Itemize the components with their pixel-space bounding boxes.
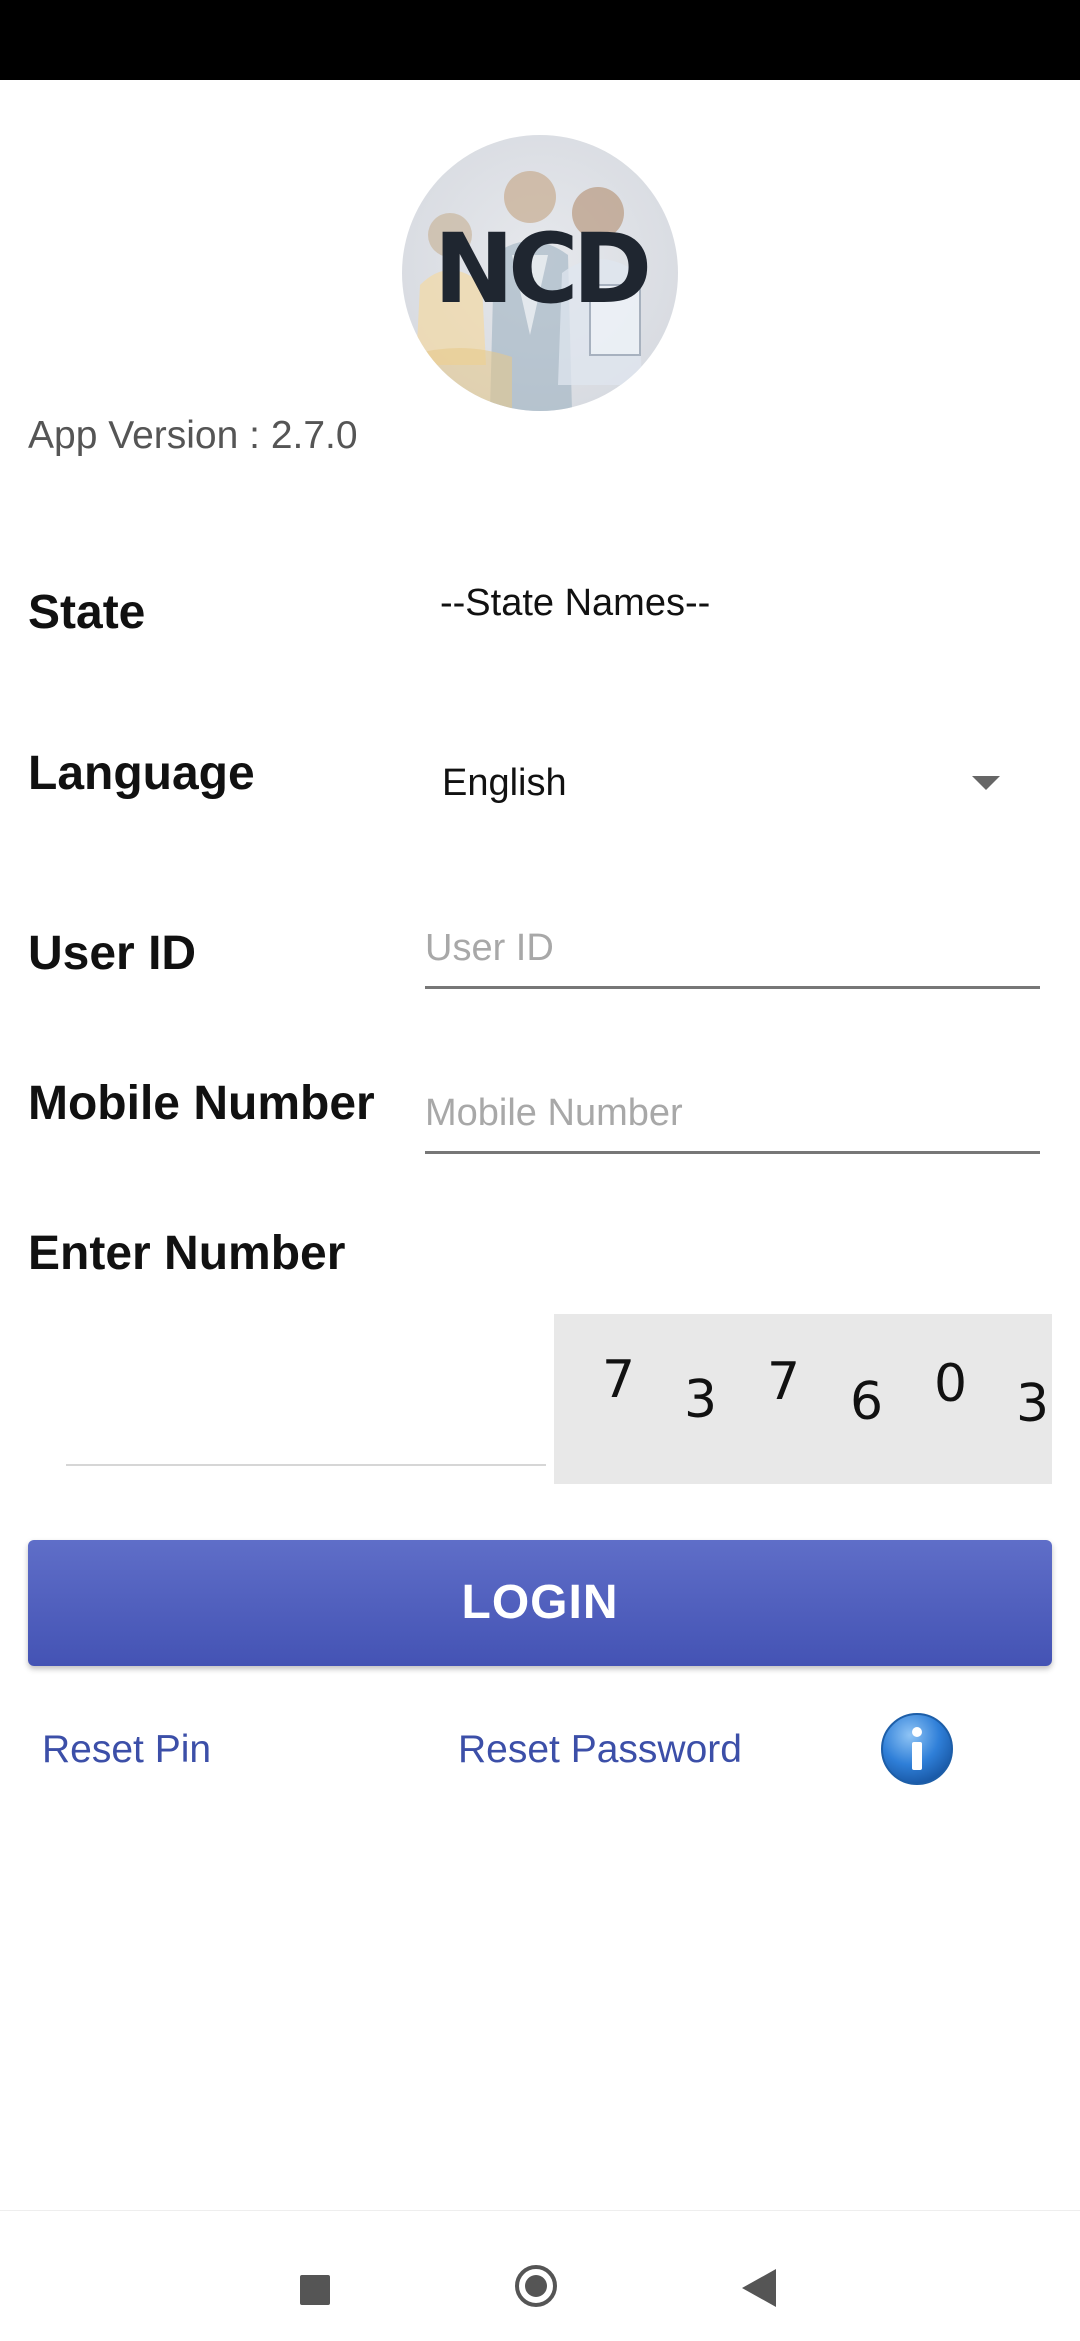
state-selector[interactable]: --State Names--	[440, 582, 710, 625]
captcha-digit: 7	[602, 1350, 636, 1410]
language-label: Language	[28, 747, 255, 800]
triangle-back-icon[interactable]	[742, 2269, 776, 2307]
captcha-image: 7 3 7 6 0 3	[554, 1314, 1052, 1484]
info-icon[interactable]	[880, 1712, 954, 1786]
captcha-digit: 6	[850, 1372, 884, 1432]
circle-icon[interactable]	[515, 2265, 557, 2307]
captcha-input[interactable]	[66, 1380, 546, 1466]
captcha-digit: 0	[934, 1354, 968, 1414]
state-label: State	[28, 586, 146, 639]
square-icon[interactable]	[300, 2275, 330, 2305]
reset-pin-link[interactable]: Reset Pin	[42, 1728, 211, 1772]
user-id-input[interactable]	[425, 920, 1040, 989]
captcha-digit: 3	[1016, 1374, 1050, 1434]
caret-down-icon[interactable]	[972, 776, 1000, 790]
mobile-number-input[interactable]	[425, 1085, 1040, 1154]
user-id-label: User ID	[28, 927, 197, 980]
app-version: App Version : 2.7.0	[28, 414, 358, 457]
navigation-bar	[0, 2210, 1080, 2341]
mobile-number-label: Mobile Number	[28, 1077, 375, 1130]
enter-number-label: Enter Number	[28, 1227, 346, 1280]
language-selector[interactable]: English	[442, 762, 567, 805]
captcha-digit: 7	[767, 1352, 801, 1412]
reset-password-link[interactable]: Reset Password	[458, 1728, 742, 1772]
captcha-digit: 3	[684, 1370, 718, 1430]
logo-text: NCD	[433, 213, 652, 325]
login-button[interactable]: LOGIN	[28, 1540, 1052, 1666]
status-bar	[0, 0, 1080, 80]
app-logo: NCD	[402, 135, 678, 411]
